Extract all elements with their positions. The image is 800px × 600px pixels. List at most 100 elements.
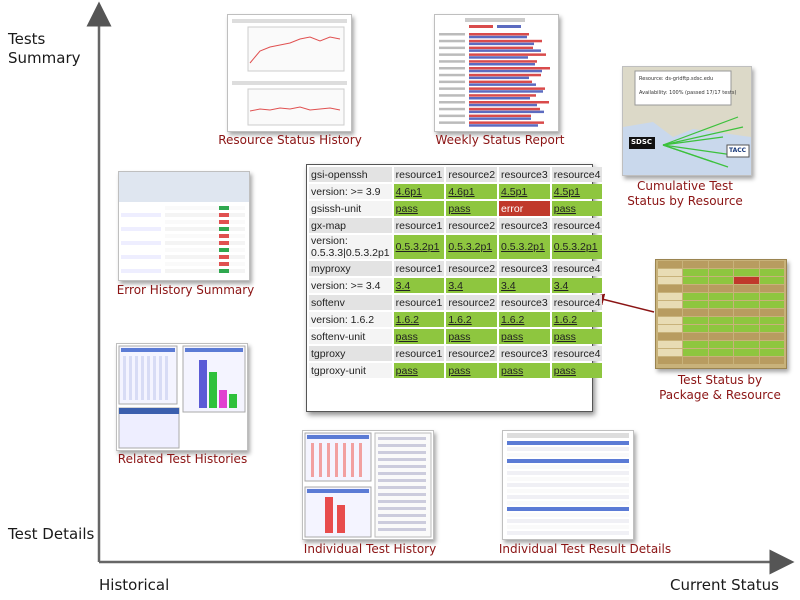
package-thumb-cell (708, 357, 734, 364)
resource-status-history-thumbnail[interactable] (227, 14, 352, 132)
error-row-values (165, 241, 245, 245)
version-value[interactable]: 0.5.3.2p1 (446, 235, 498, 259)
package-thumb-cell (658, 277, 683, 284)
weekly-bar-label (439, 101, 465, 104)
package-thumb-cell (759, 277, 785, 284)
weekly-bar-blue (469, 97, 530, 100)
unit-pass[interactable]: pass (446, 363, 498, 378)
version-value[interactable]: 0.5.3.2p1 (499, 235, 550, 259)
resource-header: resource1 (393, 295, 445, 310)
weekly-bar-red (469, 60, 537, 63)
unit-pass[interactable]: pass (551, 363, 603, 378)
resource-header: resource2 (446, 295, 498, 310)
weekly-bar-red (469, 46, 533, 50)
line-chart-image (232, 19, 347, 126)
resource-header: resource4 (551, 261, 603, 276)
package-thumb-cell (683, 269, 708, 276)
package-thumb-cell (759, 309, 785, 316)
details-row (507, 453, 629, 457)
history-text-line (378, 437, 426, 440)
history-text-line (378, 458, 426, 461)
package-thumb-cell (683, 357, 708, 364)
package-thumb-cell (658, 325, 683, 332)
unit-pass[interactable]: pass (551, 201, 603, 216)
error-row-values (165, 227, 245, 231)
weekly-status-report-thumbnail[interactable] (434, 14, 559, 132)
weekly-bar-label (439, 46, 465, 50)
version-value[interactable]: 4.5p1 (499, 184, 550, 199)
error-row-indicator (219, 255, 229, 259)
version-value[interactable]: 1.6.2 (446, 312, 498, 327)
unit-pass[interactable]: pass (499, 329, 550, 344)
individual-test-history-thumbnail[interactable] (302, 430, 434, 540)
weekly-bar-label (439, 67, 465, 70)
package-thumb-row (658, 309, 785, 316)
package-name: softenv (309, 295, 392, 310)
detail-arrow (592, 293, 655, 313)
details-row (507, 465, 629, 469)
version-value[interactable]: 4.6p1 (446, 184, 498, 199)
package-name: gx-map (309, 218, 392, 233)
version-value[interactable]: 1.6.2 (551, 312, 603, 327)
package-thumb-row (658, 317, 785, 324)
error-row-label (121, 241, 161, 245)
version-value[interactable]: 1.6.2 (499, 312, 550, 327)
unit-pass[interactable]: pass (393, 363, 445, 378)
package-thumb-cell (708, 261, 734, 268)
package-thumb-cell (683, 261, 708, 268)
version-value[interactable]: 4.6p1 (393, 184, 445, 199)
map-resource-text: Resource: ds-gridftp.sdsc.edu (639, 76, 714, 82)
weekly-bar-blue (469, 83, 536, 86)
error-row-values (165, 213, 245, 217)
package-thumb-cell (734, 285, 759, 292)
version-value[interactable]: 4.5p1 (551, 184, 603, 199)
package-thumb-row (658, 301, 785, 308)
x-axis-left-label: Historical (99, 576, 170, 594)
package-thumb-cell (734, 309, 759, 316)
unit-error: error (499, 201, 550, 216)
version-value[interactable]: 0.5.3.2p1 (551, 235, 603, 259)
package-thumb-cell (759, 269, 785, 276)
unit-pass[interactable]: pass (551, 329, 603, 344)
package-thumb-cell (683, 341, 708, 348)
details-row (507, 525, 629, 529)
version-value[interactable]: 3.4 (551, 278, 603, 293)
package-name: tgproxy (309, 346, 392, 361)
version-value[interactable]: 0.5.3.2p1 (393, 235, 445, 259)
unit-pass[interactable]: pass (393, 329, 445, 344)
related-test-histories-thumbnail[interactable] (116, 343, 248, 451)
version-value[interactable]: 1.6.2 (393, 312, 445, 327)
individual-test-result-details-thumbnail[interactable] (502, 430, 634, 540)
error-row-values (165, 220, 245, 224)
weekly-bar-red (469, 73, 541, 77)
history-text-line (378, 479, 426, 482)
version-value[interactable]: 3.4 (393, 278, 445, 293)
version-value[interactable]: 3.4 (446, 278, 498, 293)
cumulative-test-status-map-thumbnail[interactable]: Resource: ds-gridftp.sdsc.edu Availabili… (622, 66, 752, 176)
package-thumb-cell (658, 357, 683, 364)
package-thumb-cell (759, 317, 785, 324)
package-thumb-cell (658, 269, 683, 276)
package-thumb-cell (759, 285, 785, 292)
resource-header: resource1 (393, 261, 445, 276)
unit-pass[interactable]: pass (446, 201, 498, 216)
error-history-summary-thumbnail[interactable] (118, 171, 250, 281)
unit-pass[interactable]: pass (393, 201, 445, 216)
test-status-by-package-thumbnail[interactable] (655, 259, 787, 369)
y-axis-label: Tests Summary (8, 30, 81, 67)
unit-pass[interactable]: pass (446, 329, 498, 344)
details-section-header (507, 459, 629, 463)
unit-pass[interactable]: pass (499, 363, 550, 378)
package-thumb-cell (708, 277, 734, 284)
package-thumb-row (658, 269, 785, 276)
error-row-indicator (219, 227, 229, 231)
error-row-indicator (219, 241, 229, 245)
weekly-bar-label (439, 87, 465, 90)
map-image (623, 67, 751, 175)
resource-header: resource4 (551, 295, 603, 310)
package-thumb-cell (683, 301, 708, 308)
version-value[interactable]: 3.4 (499, 278, 550, 293)
error-row-label (121, 248, 161, 252)
weekly-bar-label (439, 33, 465, 36)
resource-header: resource3 (499, 346, 550, 361)
